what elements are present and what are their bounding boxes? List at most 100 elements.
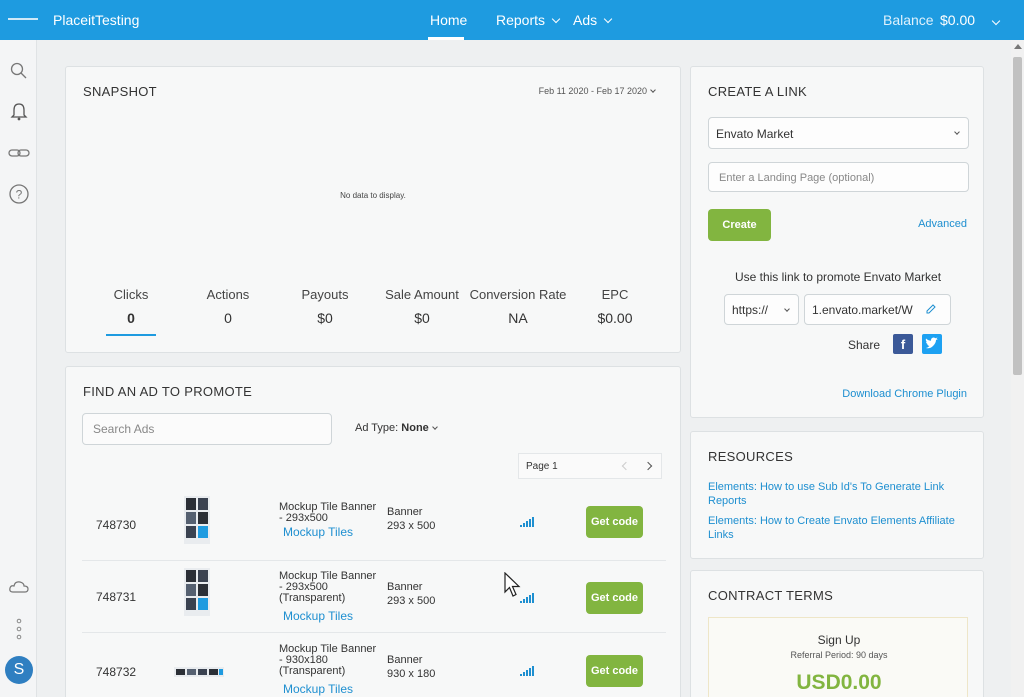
signal-bars-icon (520, 593, 534, 603)
balance-label: Balance (883, 12, 934, 28)
chevron-down-icon (650, 87, 656, 93)
metric-actions[interactable]: Actions 0 (178, 287, 278, 326)
search-ads-input[interactable]: Search Ads (82, 413, 332, 445)
metric-clicks[interactable]: Clicks 0 (81, 287, 181, 326)
metric-value: $0.00 (597, 310, 633, 326)
nav-ads-label: Ads (573, 12, 598, 28)
metric-value: 0 (224, 310, 232, 326)
ad-type: Banner 930 x 180 (387, 653, 435, 681)
no-data-message: No data to display. (340, 191, 406, 200)
advanced-link[interactable]: Advanced (918, 218, 967, 230)
metric-payouts[interactable]: Payouts $0 (275, 287, 375, 326)
find-ad-title: FIND AN AD TO PROMOTE (83, 384, 253, 399)
left-sidebar: ? (0, 40, 37, 697)
scrollbar-thumb[interactable] (1013, 57, 1022, 375)
metric-sale-amount[interactable]: Sale Amount $0 (372, 287, 472, 326)
download-chrome-plugin-link[interactable]: Download Chrome Plugin (842, 388, 967, 400)
ad-thumbnail[interactable] (174, 637, 224, 689)
chevron-down-icon (954, 129, 960, 135)
ad-id: 748731 (96, 590, 137, 604)
metric-value: $0 (414, 310, 430, 326)
ad-category-link[interactable]: Mockup Tiles (283, 609, 353, 623)
nav-home[interactable]: Home (430, 12, 467, 28)
ad-type-name: Banner (387, 506, 423, 518)
svg-text:?: ? (16, 188, 23, 202)
page-indicator: Page 1 (526, 461, 558, 472)
link-icon[interactable] (8, 142, 30, 164)
more-icon[interactable] (8, 618, 30, 640)
app-brand-name[interactable]: PlaceitTesting (53, 12, 139, 28)
market-select[interactable]: Envato Market (708, 117, 969, 149)
metric-value: $0 (317, 310, 333, 326)
ad-thumbnail[interactable] (174, 493, 224, 545)
ad-row: 748730 Mockup Tile Banner - 293x500 Mock… (82, 489, 666, 561)
snapshot-card: SNAPSHOT Feb 11 2020 - Feb 17 2020 No da… (65, 66, 681, 353)
chevron-down-icon (603, 14, 613, 24)
contract-terms-card: CONTRACT TERMS Sign Up Referral Period: … (690, 570, 984, 697)
chevron-down-icon (431, 424, 438, 430)
search-icon[interactable] (8, 60, 30, 82)
scroll-up-arrow[interactable] (1014, 44, 1022, 49)
ad-thumbnail[interactable] (174, 565, 224, 617)
get-code-button[interactable]: Get code (586, 655, 643, 687)
bell-icon[interactable] (8, 100, 30, 122)
resources-card: RESOURCES Elements: How to use Sub Id's … (690, 431, 984, 559)
balance-dropdown[interactable] (985, 14, 1001, 32)
nav-reports[interactable]: Reports (496, 12, 561, 28)
date-range-picker[interactable]: Feb 11 2020 - Feb 17 2020 (539, 86, 656, 96)
ad-size: 293 x 500 (387, 595, 436, 607)
edit-pencil-icon[interactable] (925, 303, 937, 315)
metric-epc[interactable]: EPC $0.00 (565, 287, 665, 326)
landing-page-input[interactable]: Enter a Landing Page (optional) (708, 162, 969, 192)
protocol-select[interactable]: https:// (724, 294, 799, 325)
contract-terms-title: CONTRACT TERMS (708, 588, 834, 603)
balance-value[interactable]: $0.00 (940, 12, 975, 28)
metric-value: NA (508, 310, 528, 326)
help-icon[interactable]: ? (8, 183, 30, 205)
create-link-title: CREATE A LINK (708, 84, 808, 99)
referral-period: Referral Period: 90 days (790, 650, 888, 660)
ad-row: 748732 Mockup Tile Banner - 930x180 (Tra… (82, 633, 666, 697)
nav-ads[interactable]: Ads (573, 12, 613, 28)
ad-id: 748732 (96, 665, 137, 679)
ad-name: Mockup Tile Banner - 293x500 (279, 501, 377, 524)
mouse-cursor-icon (504, 572, 521, 597)
market-select-value: Envato Market (716, 127, 794, 141)
cloud-icon[interactable] (8, 576, 30, 598)
ad-name: Mockup Tile Banner - 930x180 (Transparen… (279, 643, 377, 677)
metric-label: Payouts (301, 287, 349, 302)
ad-id: 748730 (96, 518, 137, 532)
chevron-down-icon (551, 14, 561, 24)
promote-text: Use this link to promote Envato Market (734, 270, 942, 284)
user-avatar[interactable]: S (5, 656, 33, 684)
resource-link[interactable]: Elements: How to Create Envato Elements … (708, 514, 968, 542)
company-logo-icon (8, 18, 38, 20)
top-navigation-bar: PlaceitTesting Home Reports Ads Balance … (0, 0, 1024, 40)
resources-title: RESOURCES (708, 449, 794, 464)
ad-category-link[interactable]: Mockup Tiles (283, 525, 353, 539)
previous-page-button[interactable] (621, 461, 631, 471)
twitter-share-icon[interactable] (922, 334, 942, 354)
ad-type-dropdown[interactable]: Ad Type: None (342, 413, 446, 445)
metric-label: Conversion Rate (469, 287, 567, 302)
metric-label: Sale Amount (385, 287, 459, 302)
ad-type: Banner 293 x 500 (387, 580, 435, 608)
ad-category-link[interactable]: Mockup Tiles (283, 682, 353, 696)
metric-conversion-rate[interactable]: Conversion Rate NA (468, 287, 568, 326)
metric-label: Clicks (113, 287, 149, 302)
get-code-button[interactable]: Get code (586, 506, 643, 538)
signal-bars-icon (520, 666, 534, 676)
facebook-share-icon[interactable]: f (893, 334, 913, 354)
ad-size: 930 x 180 (387, 668, 436, 680)
nav-reports-label: Reports (496, 12, 546, 28)
resource-link[interactable]: Elements: How to use Sub Id's To Generat… (708, 480, 968, 508)
signal-bars-icon (520, 517, 534, 527)
next-page-button[interactable] (643, 461, 653, 471)
create-button[interactable]: Create (708, 209, 771, 241)
ad-type: Banner 293 x 500 (387, 505, 435, 533)
share-label: Share (848, 338, 881, 352)
metric-value: 0 (127, 310, 135, 326)
contract-action: Sign Up (817, 633, 861, 647)
ad-type-label: Ad Type: (355, 422, 399, 434)
get-code-button[interactable]: Get code (586, 582, 643, 614)
